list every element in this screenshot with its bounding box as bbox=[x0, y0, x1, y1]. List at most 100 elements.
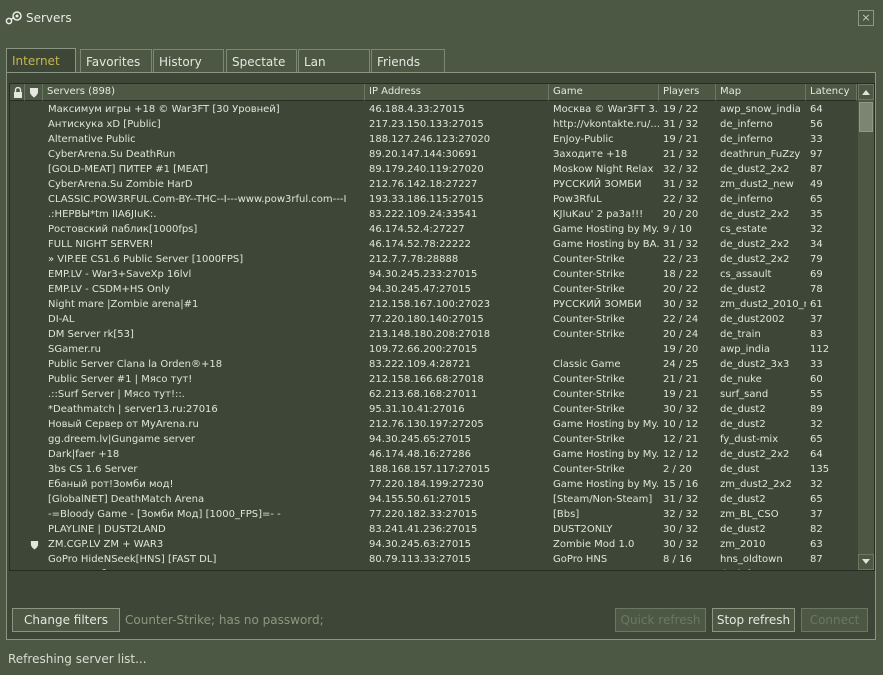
server-game: Counter-Strike bbox=[553, 284, 625, 295]
table-row[interactable]: [GlobalNET] DeathMatch Arena 94.155.50.61… bbox=[10, 492, 857, 507]
table-row[interactable]: Ростовский паблик[1000fps] 46.174.52.4:27… bbox=[10, 222, 857, 237]
server-latency: 82 bbox=[810, 524, 823, 535]
table-row[interactable]: ZM.CGP.LV ZM + WAR3 94.30.245.63:27015 Zom… bbox=[10, 537, 857, 552]
server-map: zm_dust2_new bbox=[720, 179, 794, 190]
server-ip: 77.220.180.140:27015 bbox=[369, 314, 484, 325]
server-name: .:НЕРВЫ*tm IIA6JIuK:. bbox=[48, 209, 157, 220]
server-map: hns_oldtown bbox=[720, 554, 783, 565]
scroll-down-button[interactable] bbox=[858, 554, 874, 570]
server-latency: 33 bbox=[810, 134, 823, 145]
server-map: zm_2010 bbox=[720, 539, 766, 550]
server-ip: 95.31.10.41:27016 bbox=[369, 404, 465, 415]
column-players[interactable]: Players bbox=[659, 84, 716, 101]
tab-lan[interactable]: Lan bbox=[298, 49, 370, 73]
column-map[interactable]: Map bbox=[716, 84, 806, 101]
table-row[interactable]: CLASSIC.POW3RFUL.Com-BY--THC--I---www.po… bbox=[10, 192, 857, 207]
table-row[interactable]: GoPro HideNSeek[HNS] [FAST DL] 80.79.113.… bbox=[10, 552, 857, 567]
server-latency: 34 bbox=[810, 239, 823, 250]
table-row[interactable]: Новый Сервер от MyArena.ru 212.76.130.197… bbox=[10, 417, 857, 432]
server-latency: 32 bbox=[810, 419, 823, 430]
server-latency: 63 bbox=[810, 539, 823, 550]
table-row[interactable]: gg.dreem.lv|Gungame server 94.30.245.65:2… bbox=[10, 432, 857, 447]
server-players: 20 / 20 bbox=[663, 209, 699, 220]
table-row[interactable]: CyberArena.Su Zombie HarD 212.76.142.18:2… bbox=[10, 177, 857, 192]
column-secure[interactable] bbox=[25, 84, 43, 101]
table-row[interactable]: Public Server #1 | Мясо тут! 212.158.166.… bbox=[10, 372, 857, 387]
server-map: awp_snow_india bbox=[720, 104, 801, 115]
table-row[interactable]: *Deathmatch | server13.ru:27016 95.31.10.… bbox=[10, 402, 857, 417]
server-map: de_dust2_2x2 bbox=[720, 209, 790, 220]
table-row[interactable]: Alternative Public 188.127.246.123:27020 E… bbox=[10, 132, 857, 147]
server-map: deathrun_FuZzy bbox=[720, 149, 801, 160]
table-row[interactable]: DM Server rk[53] 213.148.180.208:27018 Cou… bbox=[10, 327, 857, 342]
server-game: Counter-Strike bbox=[553, 314, 625, 325]
server-latency: 55 bbox=[810, 389, 823, 400]
table-row[interactable]: Максимум игры +18 © War3FT [30 Уровней] 4… bbox=[10, 102, 857, 117]
column-latency[interactable]: Latency bbox=[806, 84, 857, 101]
quick-refresh-button[interactable]: Quick refresh bbox=[615, 608, 706, 632]
vertical-scrollbar[interactable] bbox=[858, 84, 874, 570]
table-row[interactable]: EMP.LV - CSDM+HS Only 94.30.245.47:27015 C… bbox=[10, 282, 857, 297]
column-ip-address[interactable]: IP Address bbox=[365, 84, 549, 101]
table-row[interactable]: Антискука xD [Public] 217.23.150.133:2701… bbox=[10, 117, 857, 132]
server-latency: 65 bbox=[810, 494, 823, 505]
tab-friends[interactable]: Friends bbox=[371, 49, 445, 73]
server-players: 30 / 32 bbox=[663, 299, 699, 310]
server-name: EMP.LV - War3+SaveXp 16lvl bbox=[48, 269, 192, 280]
server-players: 19 / 21 bbox=[663, 389, 699, 400]
server-map: de_inferno bbox=[720, 567, 806, 570]
server-latency: 49 bbox=[810, 179, 823, 190]
server-name: Alternative Public bbox=[48, 134, 136, 145]
server-ip: 83.241.41.236:27015 bbox=[369, 524, 478, 535]
server-players: 2 / 20 bbox=[663, 464, 692, 475]
server-players: 18 / 22 bbox=[663, 269, 699, 280]
table-row[interactable]: PLAYLINE | DUST2LAND 83.241.41.236:27015 D… bbox=[10, 522, 857, 537]
column-header: Servers (898) IP Address Game Players Ma… bbox=[10, 84, 857, 101]
server-players: 21 / 21 bbox=[663, 374, 699, 385]
table-row[interactable]: [GOLD-MEAT] ПИТЕР #1 [MEAT] 89.179.240.11… bbox=[10, 162, 857, 177]
table-row[interactable]: CyberArena.Su DeathRun 89.20.147.144:3069… bbox=[10, 147, 857, 162]
server-game: Counter-Strike bbox=[553, 269, 625, 280]
table-row[interactable]: .::Surf Server | Мясо тут!::. 62.213.68.1… bbox=[10, 387, 857, 402]
server-game: Zombie Mod 1.0 bbox=[553, 539, 635, 550]
column-password[interactable] bbox=[10, 84, 25, 101]
table-row[interactable]: SGamer.ru 109.72.66.200:27015 19 / 20 awp_i… bbox=[10, 342, 857, 357]
table-row[interactable]: Public Server Clana la Orden®+18 83.222.1… bbox=[10, 357, 857, 372]
table-row[interactable]: 3bs CS 1.6 Server 188.168.157.117:27015 Co… bbox=[10, 462, 857, 477]
table-row[interactable]: Night mare |Zombie arena|#1 212.158.167.1… bbox=[10, 297, 857, 312]
connect-button[interactable]: Connect bbox=[801, 608, 868, 632]
server-ip: 94.30.245.233:27015 bbox=[369, 269, 478, 280]
server-name: 3bs CS 1.6 Server bbox=[48, 464, 138, 475]
server-ip: 77.220.182.33:27015 bbox=[369, 509, 478, 520]
tab-favorites[interactable]: Favorites bbox=[80, 49, 152, 73]
tab-internet[interactable]: Internet bbox=[6, 48, 76, 74]
table-row[interactable]: » VIP.EE CS1.6 Public Server [1000FPS] 21… bbox=[10, 252, 857, 267]
column-servers[interactable]: Servers (898) bbox=[43, 84, 365, 101]
table-row[interactable]: Россия Паблик 77.220.180.134:27015 Just-se… bbox=[10, 567, 857, 570]
table-row[interactable]: Dark|faer +18 46.174.48.16:27286 Game Host… bbox=[10, 447, 857, 462]
server-name: DM Server rk[53] bbox=[48, 329, 134, 340]
server-players: 31 / 32 bbox=[663, 179, 699, 190]
scroll-thumb[interactable] bbox=[859, 102, 873, 132]
column-game[interactable]: Game bbox=[549, 84, 659, 101]
tab-spectate[interactable]: Spectate bbox=[226, 49, 297, 73]
stop-refresh-button[interactable]: Stop refresh bbox=[712, 608, 795, 632]
table-row[interactable]: EMP.LV - War3+SaveXp 16lvl 94.30.245.233:… bbox=[10, 267, 857, 282]
server-latency: 37 bbox=[810, 314, 823, 325]
table-row[interactable]: DI-AL 77.220.180.140:27015 Counter-Strike 2… bbox=[10, 312, 857, 327]
scroll-up-button[interactable] bbox=[858, 84, 874, 100]
server-ip: 77.220.184.199:27230 bbox=[369, 479, 484, 490]
server-ip: 46.174.48.16:27286 bbox=[369, 449, 471, 460]
table-row[interactable]: .:НЕРВЫ*tm IIA6JIuK:. 83.222.109.24:33541… bbox=[10, 207, 857, 222]
server-latency: 69 bbox=[810, 269, 823, 280]
server-map: de_dust2_2x2 bbox=[720, 239, 790, 250]
server-players: 19 / 21 bbox=[663, 134, 699, 145]
table-row[interactable]: Ебаный рот!Зомби мод! 77.220.184.199:2723… bbox=[10, 477, 857, 492]
server-map: de_inferno bbox=[720, 119, 773, 130]
table-row[interactable]: FULL NIGHT SERVER! 46.174.52.78:22222 Game… bbox=[10, 237, 857, 252]
server-map: awp_india bbox=[720, 344, 771, 355]
table-row[interactable]: -=Bloody Game - [Зомби Мод] [1000_FPS]=-… bbox=[10, 507, 857, 522]
tab-history[interactable]: History bbox=[153, 49, 224, 73]
close-button[interactable]: × bbox=[858, 10, 874, 26]
change-filters-button[interactable]: Change filters bbox=[12, 608, 120, 632]
